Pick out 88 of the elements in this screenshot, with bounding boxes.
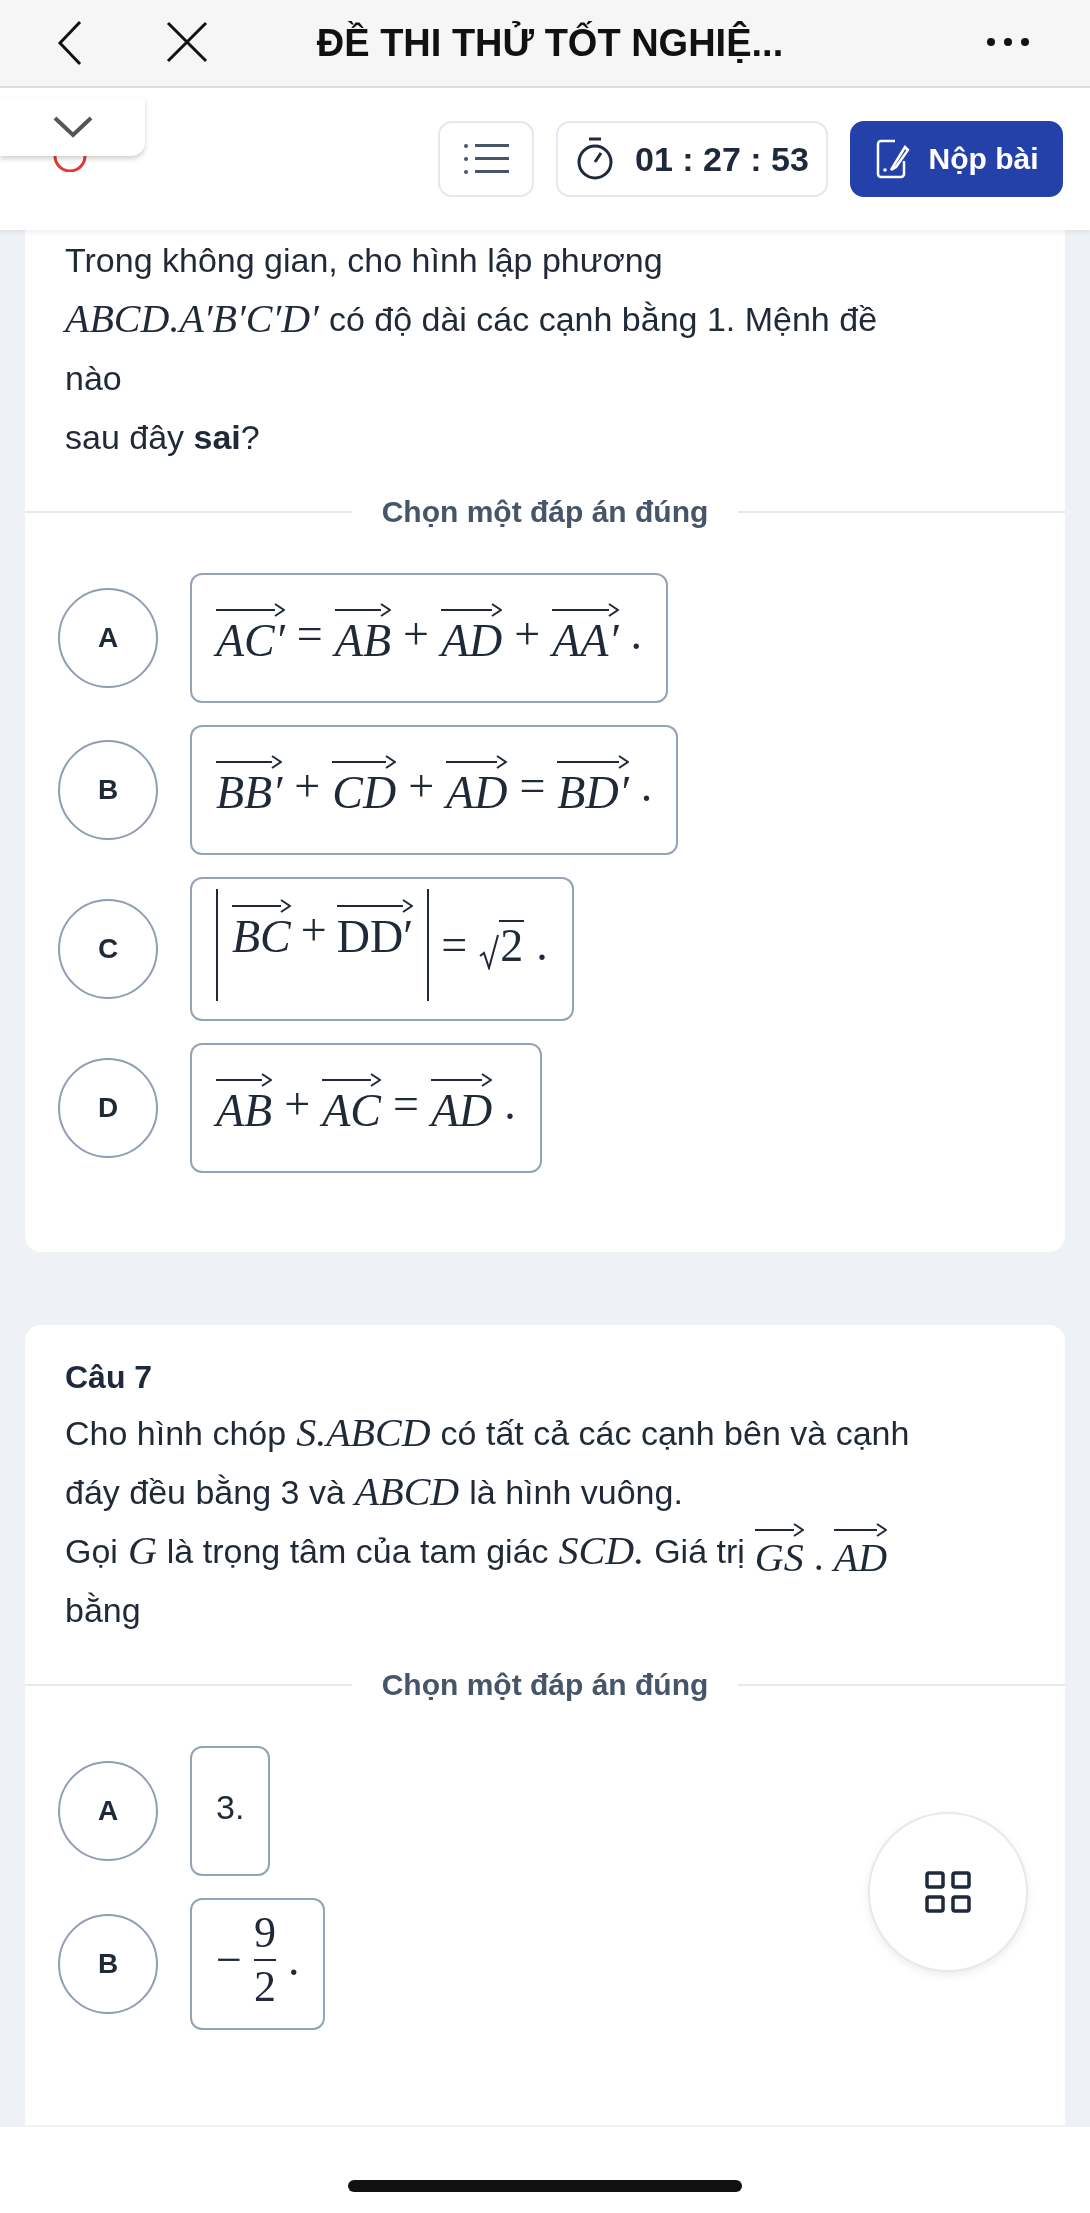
math-expression: S.ABCD <box>296 1409 431 1457</box>
answer-option[interactable]: AC′ = AB + AD + AA′ . <box>190 573 668 703</box>
math-operator: . <box>504 1079 516 1129</box>
countdown-timer: 01 : 27 : 53 <box>556 121 828 197</box>
fraction: 9 2 <box>253 1910 276 2010</box>
math-expression: ABCD.A′B′C′D′ <box>65 295 319 343</box>
math-operator: = <box>519 761 546 811</box>
question-text: Gọi <box>65 1531 118 1572</box>
vector-arrow <box>557 755 629 769</box>
answer-prompt: Chọn một đáp án đúng <box>381 1668 709 1702</box>
question-text: đáy đều bằng 3 và <box>65 1472 345 1513</box>
vector-arrow <box>232 899 291 913</box>
question-text: có tất cả các cạnh bên và cạnh <box>440 1413 910 1454</box>
vector-arrow <box>440 603 503 617</box>
submit-button[interactable]: Nộp bài <box>850 121 1063 197</box>
math-operator: . <box>813 1535 824 1579</box>
answer-option[interactable]: AB + AC = AD . <box>190 1043 542 1173</box>
option-letter-button[interactable]: B <box>58 1914 158 2014</box>
question-text: Giá trị <box>654 1531 745 1572</box>
more-icon[interactable] <box>985 36 1031 48</box>
math-operator: . <box>287 1935 300 1985</box>
vector-arrow <box>833 1523 888 1537</box>
math-operator: + <box>294 761 321 811</box>
math-operator: + <box>403 609 429 659</box>
math-operator: = <box>392 1079 419 1129</box>
question-text: là hình vuông. <box>469 1472 683 1513</box>
vector-arrow <box>216 1073 273 1087</box>
math-expression: BC <box>232 913 291 961</box>
vector-arrow <box>430 1073 493 1087</box>
vector-arrow <box>216 755 283 769</box>
vector-arrow <box>552 603 619 617</box>
answer-option[interactable]: 3. <box>190 1746 271 1876</box>
option-letter-button[interactable]: B <box>58 740 158 840</box>
math-operator: . <box>630 609 642 659</box>
option-letter-button[interactable]: C <box>58 899 158 999</box>
document-edit-icon <box>874 139 911 179</box>
math-expression: AD <box>430 1087 493 1135</box>
math-expression: G <box>127 1527 157 1575</box>
math-operator: . <box>640 761 653 811</box>
math-operator: + <box>408 761 435 811</box>
math-expression: AD <box>440 617 503 665</box>
math-expression: DD′ <box>336 913 414 961</box>
collapse-tab[interactable] <box>0 98 145 156</box>
question-text: nào <box>65 358 122 399</box>
math-expression: AD <box>833 1537 888 1579</box>
question-list-button[interactable] <box>438 121 534 197</box>
math-expression: GS <box>754 1537 804 1579</box>
answer-option[interactable]: BB′ + CD + AD = BD′ . <box>190 725 679 855</box>
math-expression: BD′ <box>557 769 629 817</box>
math-expression: CD <box>332 769 397 817</box>
vector-arrow <box>216 603 285 617</box>
question-text: có độ dài các cạnh bằng 1. Mệnh đề <box>328 299 878 340</box>
vector-arrow <box>334 603 391 617</box>
question-text: 3. <box>216 1787 245 1827</box>
grid-icon <box>924 1870 972 1914</box>
option-letter-button[interactable]: A <box>58 1761 158 1861</box>
chevron-down-icon <box>51 115 94 139</box>
math-expression: ABCD <box>354 1468 460 1516</box>
vector-arrow <box>754 1523 804 1537</box>
answer-option[interactable]: BC + DD′ = 2 . <box>190 877 574 1021</box>
vector-arrow <box>322 1073 381 1087</box>
math-operator: − <box>216 1935 242 1985</box>
math-expression: SCD. <box>558 1527 645 1575</box>
answer-prompt: Chọn một đáp án đúng <box>381 495 709 529</box>
list-icon <box>463 142 509 176</box>
radical-sign-icon <box>479 934 500 970</box>
math-operator: + <box>300 905 327 955</box>
option-letter-button[interactable]: D <box>58 1058 158 1158</box>
vector-arrow <box>446 755 508 769</box>
question-title: Câu 7 <box>65 1358 154 1397</box>
math-expression: 2 <box>499 920 525 970</box>
close-icon[interactable] <box>165 20 209 64</box>
math-operator: + <box>284 1079 311 1129</box>
window-title: ĐỀ THI THỬ TỐT NGHIỆ... <box>315 21 784 65</box>
question-text: Cho hình chóp <box>65 1413 287 1454</box>
vector-arrow <box>332 755 397 769</box>
math-expression: AB <box>334 617 391 665</box>
math-expression: BB′ <box>216 769 283 817</box>
math-operator: . <box>536 920 548 970</box>
math-operator: + <box>514 609 541 659</box>
math-operator: = <box>441 920 468 970</box>
question-text: là trọng tâm của tam giác <box>166 1531 549 1572</box>
question-text: sau đây sai? <box>65 417 260 458</box>
option-letter-button[interactable]: A <box>58 588 158 688</box>
question-text: bằng <box>65 1590 141 1631</box>
question-text: Trong không gian, cho hình lập phương <box>65 240 663 281</box>
math-operator: = <box>296 609 323 659</box>
arc-icon <box>53 154 87 172</box>
